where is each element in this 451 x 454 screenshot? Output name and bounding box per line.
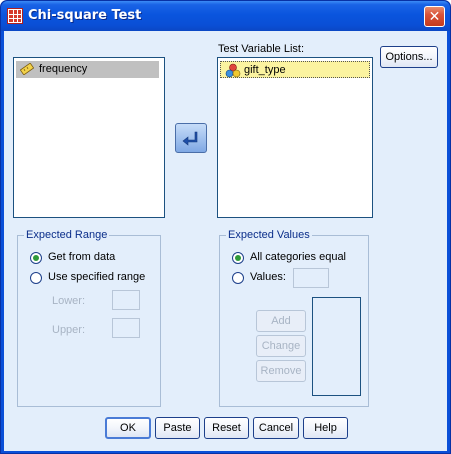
cancel-button[interactable]: Cancel <box>253 417 299 439</box>
paste-button[interactable]: Paste <box>155 417 200 439</box>
options-button[interactable]: Options... <box>380 46 438 68</box>
use-specified-range-radio[interactable] <box>30 272 42 284</box>
dialog-client-area: frequency Test Variable List: gift_type <box>4 31 447 451</box>
list-item-gift-type[interactable]: gift_type <box>220 61 370 78</box>
get-from-data-radio[interactable] <box>30 252 42 264</box>
title-bar[interactable]: Chi-square Test ✕ <box>1 1 450 31</box>
ok-button[interactable]: OK <box>105 417 151 439</box>
upper-label: Upper: <box>52 324 86 336</box>
get-from-data-label[interactable]: Get from data <box>48 251 115 263</box>
change-button[interactable]: Change <box>256 335 306 357</box>
move-variable-arrow-icon <box>182 131 198 146</box>
nominal-variable-icon <box>225 63 241 78</box>
spss-dialog-icon <box>7 8 23 24</box>
test-variable-list-label: Test Variable List: <box>218 43 305 55</box>
use-specified-range-label[interactable]: Use specified range <box>48 271 145 283</box>
reset-button[interactable]: Reset <box>204 417 249 439</box>
list-item-label: frequency <box>39 63 88 75</box>
list-item-label: gift_type <box>244 64 286 76</box>
expected-range-title: Expected Range <box>24 229 110 241</box>
expected-range-group: Expected Range Get from data Use specifi… <box>17 229 161 407</box>
remove-button[interactable]: Remove <box>256 360 306 382</box>
list-item-frequency[interactable]: frequency <box>16 61 159 78</box>
expected-values-title: Expected Values <box>226 229 312 241</box>
window-title: Chi-square Test <box>28 8 142 23</box>
expected-values-list[interactable] <box>312 297 361 396</box>
values-input[interactable] <box>293 268 329 288</box>
close-button[interactable]: ✕ <box>424 6 445 27</box>
add-button[interactable]: Add <box>256 310 306 332</box>
expected-values-group: Expected Values All categories equal Val… <box>219 229 369 407</box>
upper-input[interactable] <box>112 318 140 338</box>
source-variable-list[interactable]: frequency <box>13 57 165 218</box>
help-button[interactable]: Help <box>303 417 348 439</box>
all-categories-equal-label[interactable]: All categories equal <box>250 251 346 263</box>
values-label[interactable]: Values: <box>250 271 286 283</box>
all-categories-equal-radio[interactable] <box>232 252 244 264</box>
scale-ruler-icon <box>20 63 34 75</box>
move-variable-button[interactable] <box>175 123 207 153</box>
dialog-window: Chi-square Test ✕ frequency Test Variabl… <box>0 0 451 454</box>
lower-label: Lower: <box>52 295 86 307</box>
test-variable-list[interactable]: gift_type <box>217 57 373 218</box>
close-icon: ✕ <box>428 8 441 24</box>
lower-input[interactable] <box>112 290 140 310</box>
values-radio[interactable] <box>232 272 244 284</box>
